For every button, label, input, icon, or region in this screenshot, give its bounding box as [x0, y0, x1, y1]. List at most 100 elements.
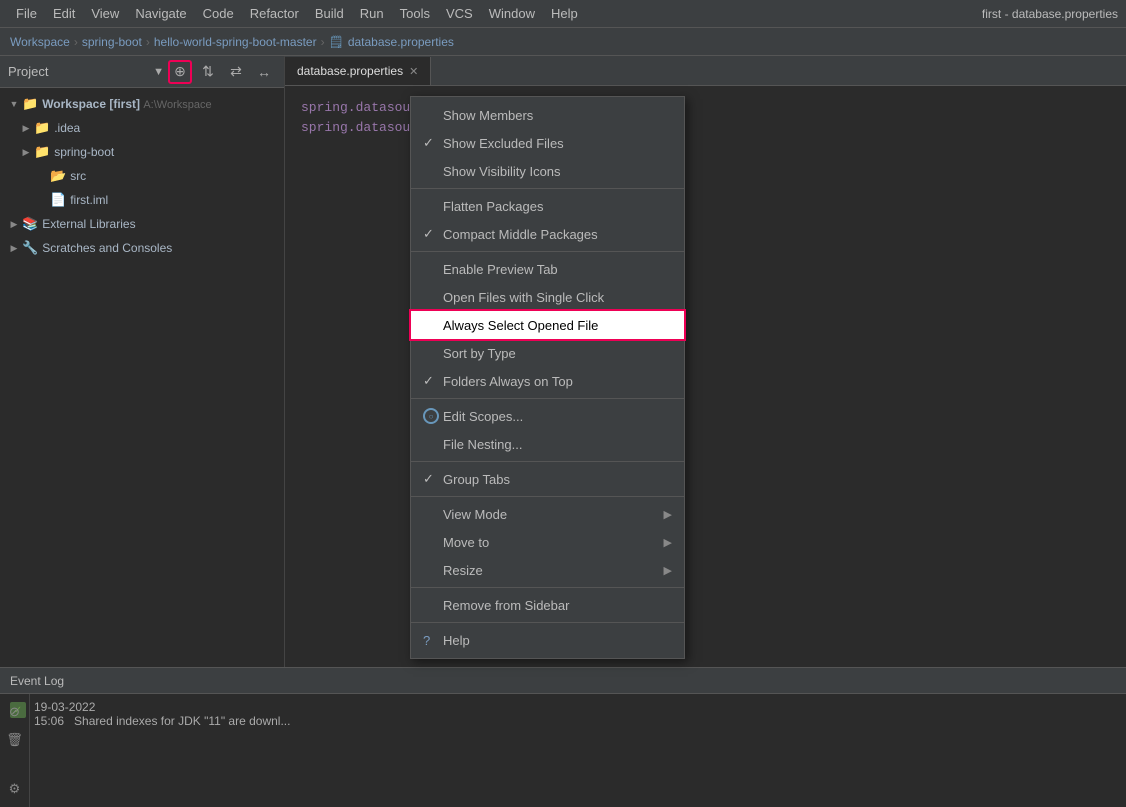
label-edit-scopes: Edit Scopes... — [443, 409, 672, 424]
menu-item-show-excluded[interactable]: ✓ Show Excluded Files — [411, 129, 684, 157]
log-clear-button[interactable]: ⊘ — [5, 702, 25, 722]
arrow-resize: ▶ — [664, 564, 672, 577]
label-single-click: Open Files with Single Click — [443, 290, 672, 305]
breadcrumb-sep-2: › — [146, 35, 150, 49]
menu-run[interactable]: Run — [352, 4, 392, 23]
expand-arrow-workspace: ▼ — [8, 98, 20, 110]
menu-bar: File Edit View Navigate Code Refactor Bu… — [0, 0, 1126, 28]
filter-button[interactable]: ⇄ — [224, 60, 248, 84]
file-tree: ▼ 📁 Workspace [first] A:\Workspace ▶ 📁 .… — [0, 88, 284, 264]
tree-label-ext-libraries: External Libraries — [42, 217, 135, 231]
menu-refactor[interactable]: Refactor — [242, 4, 307, 23]
expand-arrow-spring: ▶ — [20, 146, 32, 158]
breadcrumb-workspace[interactable]: Workspace — [10, 35, 70, 49]
breadcrumb-hello-world[interactable]: hello-world-spring-boot-master — [154, 35, 317, 49]
menu-item-flatten[interactable]: Flatten Packages — [411, 192, 684, 220]
menu-item-show-members[interactable]: Show Members — [411, 101, 684, 129]
event-log-title: Event Log — [10, 674, 64, 688]
menu-item-remove-sidebar[interactable]: Remove from Sidebar — [411, 591, 684, 619]
gear-options-button[interactable]: ⊕ — [168, 60, 192, 84]
menu-view[interactable]: View — [83, 4, 127, 23]
tree-item-first-iml[interactable]: ▶ 📄 first.iml — [0, 188, 284, 212]
event-log: Event Log ✓ 19-03-2022 15:06 Shared inde… — [0, 667, 1126, 807]
label-move-to: Move to — [443, 535, 664, 550]
separator-1 — [411, 188, 684, 189]
menu-navigate[interactable]: Navigate — [127, 4, 194, 23]
tree-item-idea[interactable]: ▶ 📁 .idea — [0, 116, 284, 140]
tab-close-button[interactable]: ✕ — [409, 65, 418, 78]
label-preview-tab: Enable Preview Tab — [443, 262, 672, 277]
menu-tools[interactable]: Tools — [392, 4, 438, 23]
log-delete-button[interactable]: 🗑 — [5, 730, 25, 750]
menu-item-file-nesting[interactable]: File Nesting... — [411, 430, 684, 458]
menu-item-always-select[interactable]: Always Select Opened File — [411, 311, 684, 339]
menu-file[interactable]: File — [8, 4, 45, 23]
spring-folder-icon: 📁 — [34, 144, 50, 160]
workspace-folder-icon: 📁 — [22, 96, 38, 112]
menu-item-move-to[interactable]: Move to ▶ — [411, 528, 684, 556]
menu-item-group-tabs[interactable]: ✓ Group Tabs — [411, 465, 684, 493]
label-flatten: Flatten Packages — [443, 199, 672, 214]
menu-item-folders-top[interactable]: ✓ Folders Always on Top — [411, 367, 684, 395]
ext-library-icon: 📚 — [22, 216, 38, 232]
menu-build[interactable]: Build — [307, 4, 352, 23]
tree-item-scratches[interactable]: ▶ 🔧 Scratches and Consoles — [0, 236, 284, 260]
label-group-tabs: Group Tabs — [443, 472, 672, 487]
expand-arrow-ext: ▶ — [8, 218, 20, 230]
menu-vcs[interactable]: VCS — [438, 4, 481, 23]
menu-item-show-visibility[interactable]: Show Visibility Icons — [411, 157, 684, 185]
menu-item-view-mode[interactable]: View Mode ▶ — [411, 500, 684, 528]
menu-edit[interactable]: Edit — [45, 4, 83, 23]
label-sort-type: Sort by Type — [443, 346, 672, 361]
check-folders-top: ✓ — [423, 373, 443, 389]
arrow-move-to: ▶ — [664, 536, 672, 549]
tree-item-ext-libraries[interactable]: ▶ 📚 External Libraries — [0, 212, 284, 236]
log-date-1: 19-03-2022 — [34, 700, 290, 714]
label-resize: Resize — [443, 563, 664, 578]
expand-arrow-scratches: ▶ — [8, 242, 20, 254]
separator-2 — [411, 251, 684, 252]
tab-database-properties[interactable]: database.properties ✕ — [285, 57, 431, 85]
tree-label-spring-boot: spring-boot — [54, 145, 114, 159]
menu-item-preview-tab[interactable]: Enable Preview Tab — [411, 255, 684, 283]
separator-7 — [411, 622, 684, 623]
tree-label-workspace: Workspace [first] A:\Workspace — [42, 97, 211, 111]
check-show-excluded: ✓ — [423, 135, 443, 151]
tree-item-spring-boot[interactable]: ▶ 📁 spring-boot — [0, 140, 284, 164]
breadcrumb-sep-1: › — [74, 35, 78, 49]
menu-item-single-click[interactable]: Open Files with Single Click — [411, 283, 684, 311]
menu-item-sort-type[interactable]: Sort by Type — [411, 339, 684, 367]
collapse-button[interactable]: ↔ — [252, 60, 276, 84]
properties-file-icon: 🗒 — [329, 35, 344, 49]
log-entry-1: ✓ 19-03-2022 15:06 Shared indexes for JD… — [10, 700, 1116, 728]
label-folders-top: Folders Always on Top — [443, 374, 672, 389]
menu-help[interactable]: Help — [543, 4, 586, 23]
label-help: Help — [443, 633, 672, 648]
breadcrumb-file[interactable]: database.properties — [348, 35, 454, 49]
tab-label: database.properties — [297, 64, 403, 78]
menu-window[interactable]: Window — [481, 4, 543, 23]
label-file-nesting: File Nesting... — [443, 437, 672, 452]
check-help: ? — [423, 633, 443, 648]
breadcrumb-sep-3: › — [321, 35, 325, 49]
separator-4 — [411, 461, 684, 462]
scratches-icon: 🔧 — [22, 240, 38, 256]
sidebar-toolbar: Project ▼ ⊕ ⇅ ⇄ ↔ — [0, 56, 284, 88]
label-show-excluded: Show Excluded Files — [443, 136, 672, 151]
context-menu: Show Members ✓ Show Excluded Files Show … — [410, 96, 685, 659]
separator-3 — [411, 398, 684, 399]
menu-item-help[interactable]: ? Help — [411, 626, 684, 654]
breadcrumb: Workspace › spring-boot › hello-world-sp… — [0, 28, 1126, 56]
tree-item-src[interactable]: ▶ 📂 src — [0, 164, 284, 188]
menu-code[interactable]: Code — [195, 4, 242, 23]
menu-item-edit-scopes[interactable]: ○ Edit Scopes... — [411, 402, 684, 430]
sort-button[interactable]: ⇅ — [196, 60, 220, 84]
label-always-select: Always Select Opened File — [443, 318, 672, 333]
tree-item-workspace[interactable]: ▼ 📁 Workspace [first] A:\Workspace — [0, 92, 284, 116]
tree-label-src: src — [70, 169, 86, 183]
menu-item-resize[interactable]: Resize ▶ — [411, 556, 684, 584]
menu-item-compact[interactable]: ✓ Compact Middle Packages — [411, 220, 684, 248]
log-settings-button[interactable]: ⚙ — [5, 779, 25, 799]
label-compact: Compact Middle Packages — [443, 227, 672, 242]
breadcrumb-spring-boot[interactable]: spring-boot — [82, 35, 142, 49]
